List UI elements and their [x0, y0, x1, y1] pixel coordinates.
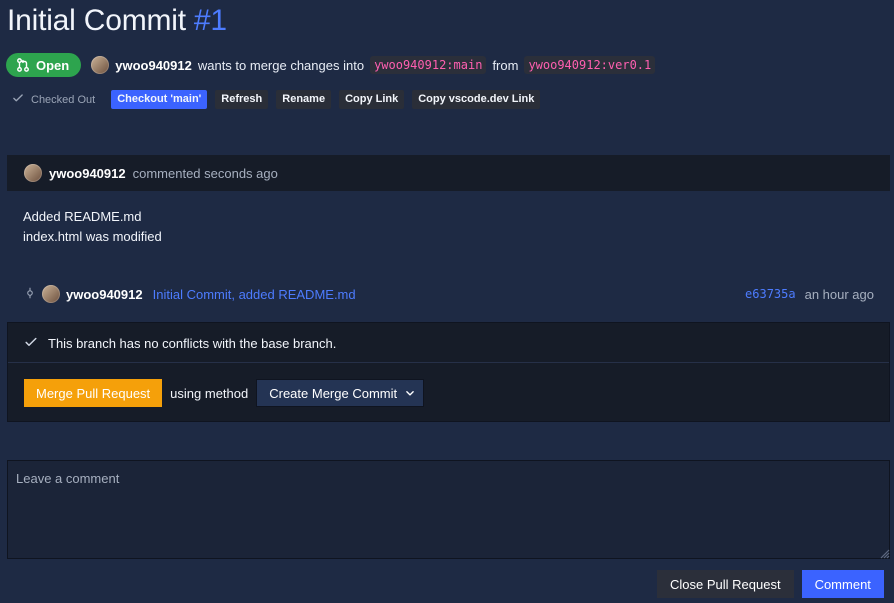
target-branch: ywoo940912:main [370, 56, 487, 74]
checked-out-label: Checked Out [31, 93, 96, 106]
commit-icon [24, 287, 36, 302]
merge-description: ywoo940912 wants to merge changes into y… [91, 56, 656, 74]
merge-text: wants to merge changes into [197, 57, 365, 73]
merge-panel: This branch has no conflicts with the ba… [7, 322, 890, 422]
checked-out-status: Checked Out [12, 92, 103, 107]
avatar [91, 56, 110, 74]
comment-header: ywoo940912 commented seconds ago [7, 155, 890, 191]
pr-summary-row: Open ywoo940912 wants to merge changes i… [6, 52, 656, 78]
comment-line: index.html was modified [23, 229, 162, 244]
from-text: from [492, 57, 519, 73]
pr-status-label: Open [36, 57, 70, 73]
pr-title-text: Initial Commit [7, 4, 186, 37]
footer-actions: Close Pull Request Comment [657, 570, 884, 598]
comment-line: Added README.md [23, 209, 142, 224]
merge-actions: Merge Pull Request using method Create M… [24, 379, 425, 407]
divider [8, 362, 889, 363]
merge-status-text: This branch has no conflicts with the ba… [48, 336, 337, 351]
merge-status: This branch has no conflicts with the ba… [24, 335, 336, 352]
merge-method-select[interactable]: Create Merge Commit [256, 379, 425, 407]
close-pull-request-button[interactable]: Close Pull Request [657, 570, 794, 598]
refresh-button[interactable]: Refresh [215, 90, 269, 109]
check-icon [24, 335, 38, 352]
copy-link-button[interactable]: Copy Link [339, 90, 405, 109]
avatar [24, 164, 42, 182]
copy-vscode-link-button[interactable]: Copy vscode.dev Link [412, 90, 541, 109]
using-method-label: using method [170, 385, 249, 401]
commit-message-link[interactable]: Initial Commit, added README.md [153, 287, 356, 302]
comment-button[interactable]: Comment [801, 570, 884, 598]
commit-time: an hour ago [804, 286, 874, 302]
comment-input[interactable] [7, 460, 890, 559]
comment-meta: commented seconds ago [132, 165, 278, 181]
source-branch: ywoo940912:ver0.1 [524, 56, 656, 74]
checkout-main-button[interactable]: Checkout 'main' [111, 90, 208, 109]
page-title: Initial Commit #1 [7, 3, 227, 39]
pr-number: #1 [193, 4, 227, 37]
avatar [42, 285, 60, 303]
comment-card: ywoo940912 commented seconds ago Added R… [7, 155, 890, 265]
pr-actions-row: Checked Out Checkout 'main' Refresh Rena… [12, 90, 541, 109]
pr-author[interactable]: ywoo940912 [115, 58, 192, 73]
comment-body: Added README.md index.html was modified [23, 207, 162, 247]
merge-method-value: Create Merge Commit [269, 385, 398, 401]
pr-status-badge: Open [6, 53, 82, 77]
merge-pull-request-button[interactable]: Merge Pull Request [24, 379, 163, 407]
check-icon [12, 92, 24, 107]
comment-author[interactable]: ywoo940912 [49, 166, 126, 181]
pull-request-icon [16, 58, 30, 72]
chevron-down-icon [405, 386, 415, 401]
commit-meta: e63735a an hour ago [745, 287, 874, 302]
commit-row: ywoo940912 Initial Commit, added README.… [24, 283, 874, 305]
commit-left: ywoo940912 Initial Commit, added README.… [24, 285, 356, 303]
rename-button[interactable]: Rename [276, 90, 332, 109]
commit-hash-link[interactable]: e63735a [745, 287, 796, 301]
commit-author[interactable]: ywoo940912 [66, 287, 143, 302]
pull-request-page: Initial Commit #1 Open ywoo940912 wants t… [0, 0, 894, 603]
